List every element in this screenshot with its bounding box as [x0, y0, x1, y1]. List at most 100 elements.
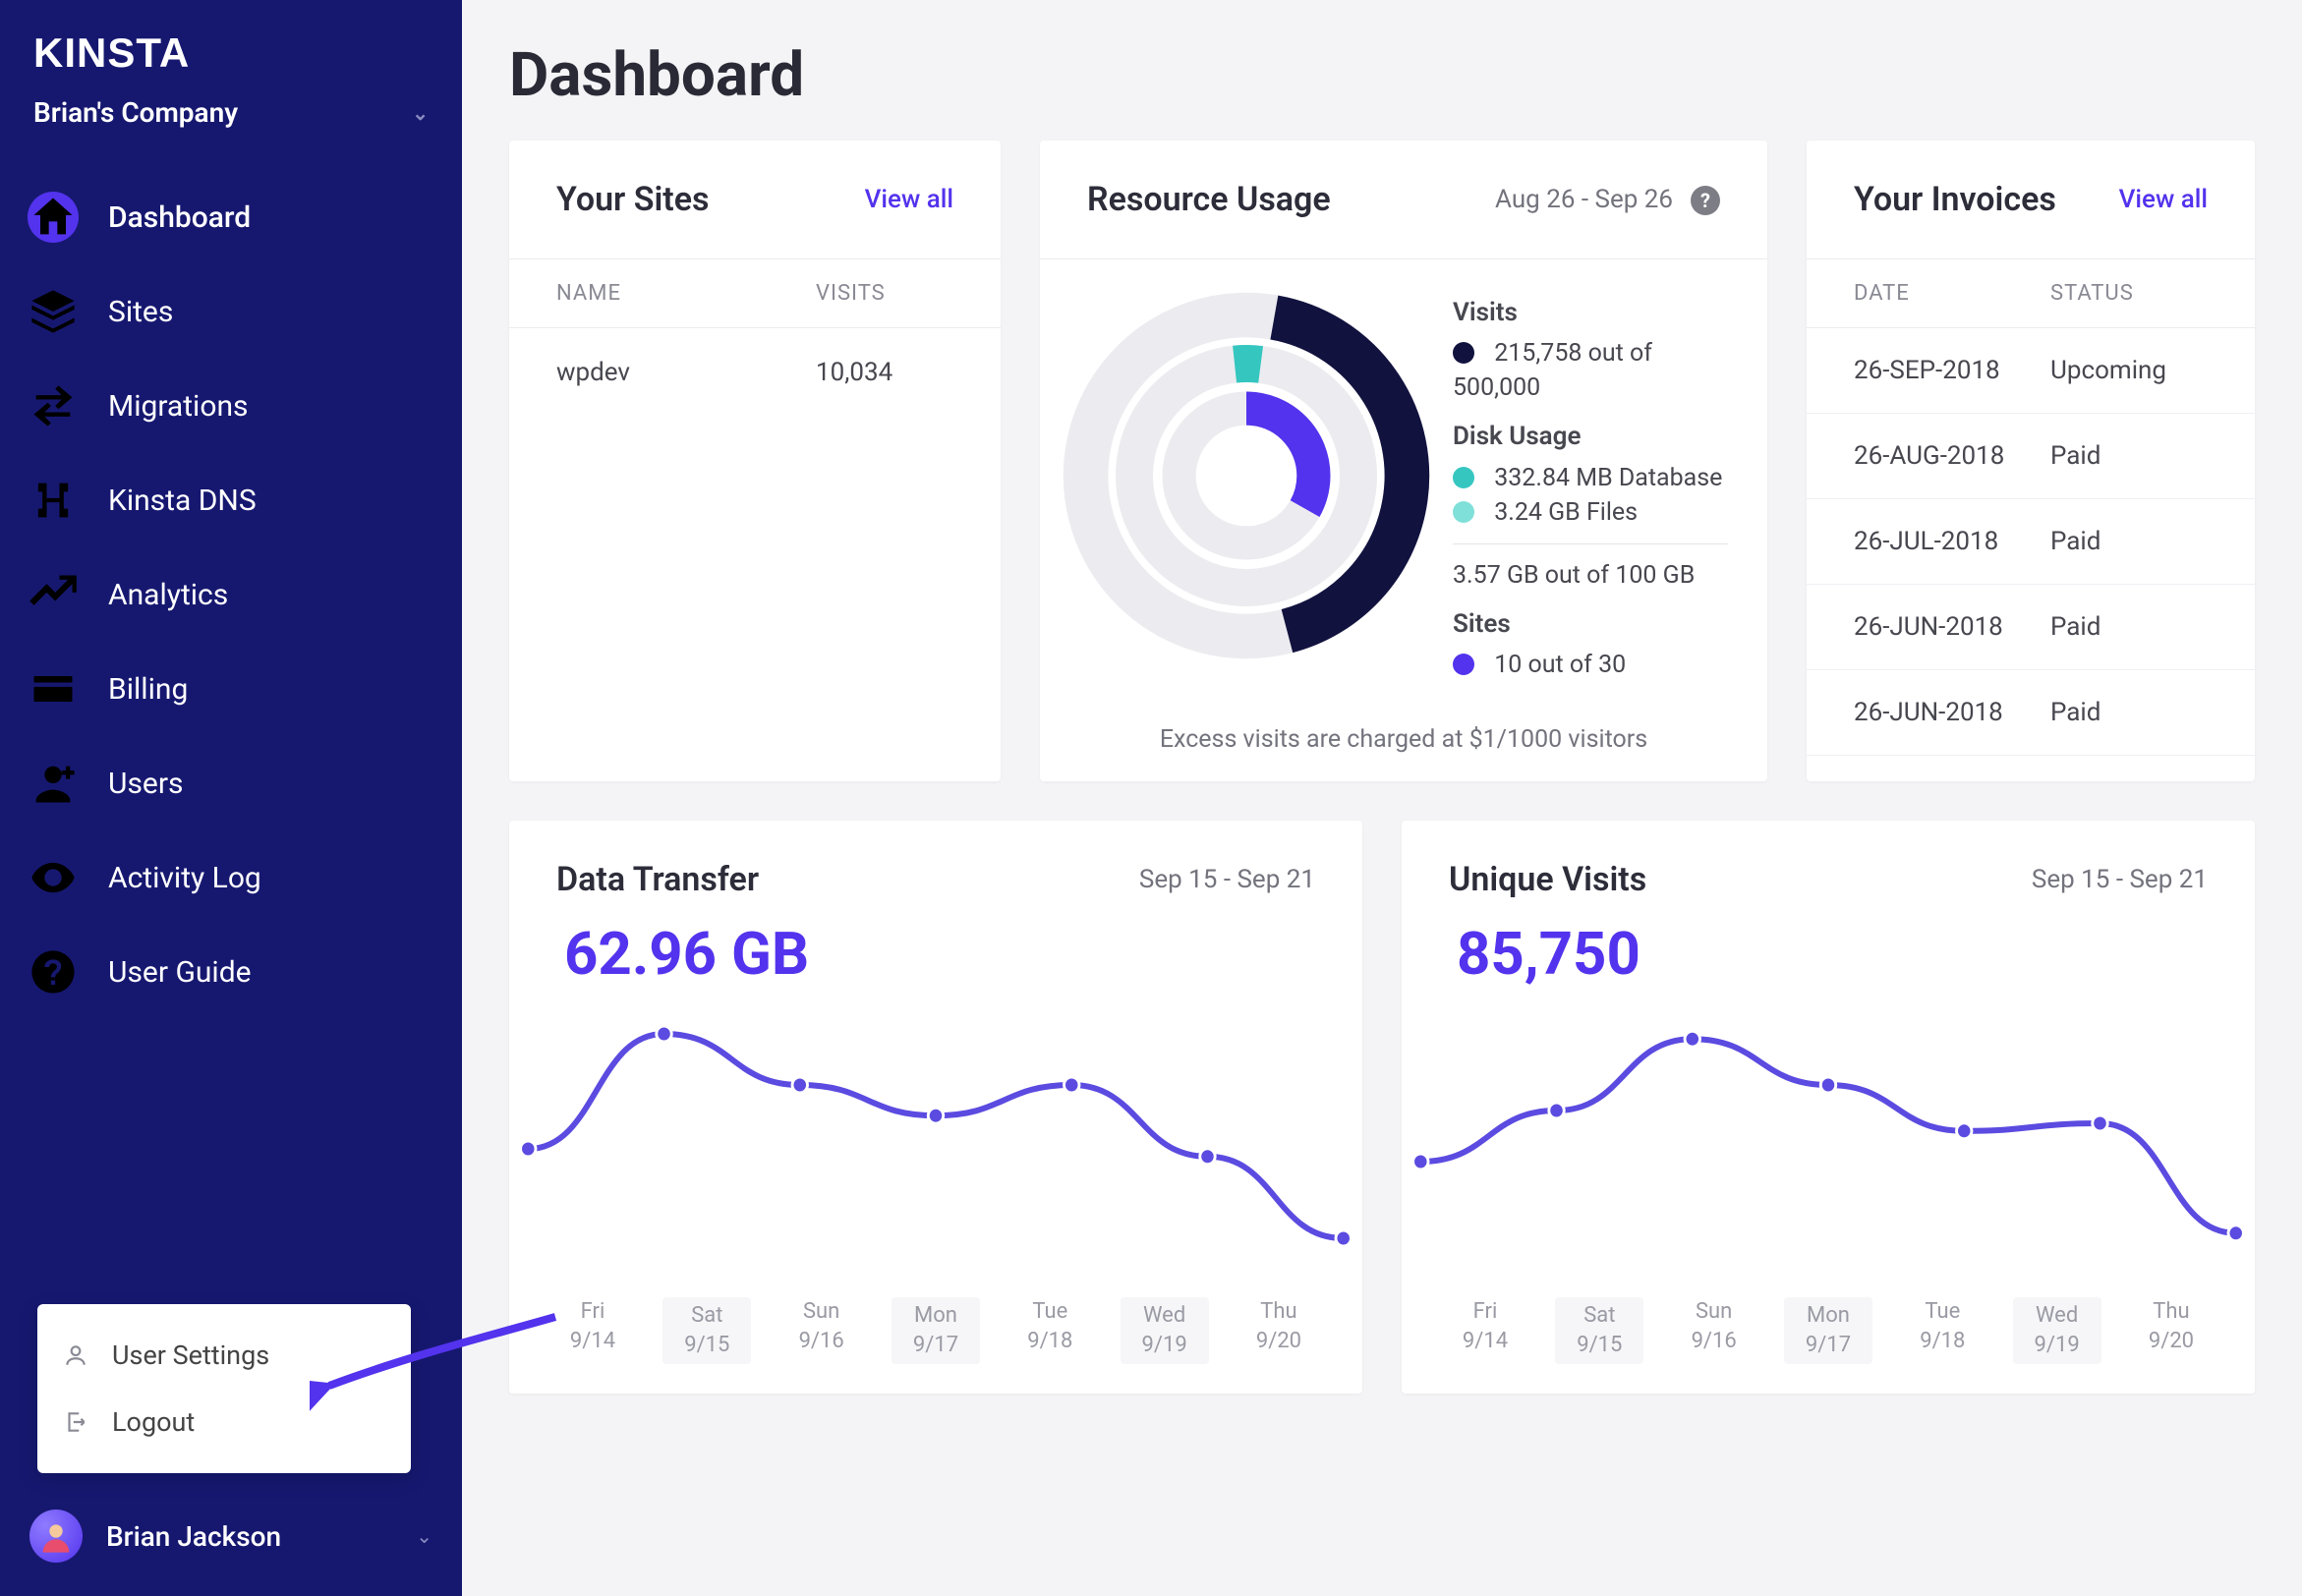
- sites-table-header: NAME VISITS: [509, 259, 1001, 328]
- axis-tick: Wed9/19: [2013, 1297, 2101, 1363]
- layers-icon: [28, 286, 79, 337]
- sidebar-item-label: User Guide: [108, 955, 252, 990]
- card-icon: [28, 663, 79, 714]
- unique-visits-chart: [1402, 989, 2255, 1283]
- view-all-invoices-link[interactable]: View all: [2119, 185, 2208, 214]
- invoice-status: Paid: [2050, 612, 2208, 642]
- visits-value: 215,758 out of 500,000: [1453, 339, 1652, 402]
- card-title: Your Sites: [556, 180, 710, 219]
- disk-db-value: 332.84 MB Database: [1494, 464, 1722, 492]
- axis-tick: Wed9/19: [1121, 1297, 1209, 1363]
- sidebar-item-label: Dashboard: [108, 200, 251, 235]
- sidebar-item-label: Activity Log: [108, 861, 261, 895]
- disk-label: Disk Usage: [1453, 419, 1728, 454]
- company-selector[interactable]: Brian's Company ⌄: [0, 86, 462, 160]
- company-name: Brian's Company: [33, 96, 238, 129]
- invoice-row[interactable]: 26-JUN-2018 Paid: [1807, 585, 2255, 670]
- axis-tick: Sun9/16: [777, 1297, 866, 1363]
- sidebar-item-sites[interactable]: Sites: [0, 264, 462, 359]
- view-all-sites-link[interactable]: View all: [865, 185, 953, 214]
- invoice-status: Paid: [2050, 441, 2208, 471]
- card-title: Resource Usage: [1087, 180, 1331, 219]
- network-icon: [28, 475, 79, 526]
- sites-value: 10 out of 30: [1494, 651, 1626, 679]
- help-icon[interactable]: ?: [1691, 186, 1720, 215]
- unique-visits-value: 85,750: [1402, 909, 2255, 989]
- sidebar-item-label: Billing: [108, 672, 188, 707]
- invoice-row[interactable]: 26-JUL-2018 Paid: [1807, 499, 2255, 585]
- visits-label: Visits: [1453, 295, 1728, 330]
- sidebar-item-dns[interactable]: Kinsta DNS: [0, 453, 462, 547]
- current-user-toggle[interactable]: Brian Jackson ⌄: [29, 1510, 432, 1563]
- col-status: STATUS: [2050, 281, 2208, 306]
- card-title: Unique Visits: [1449, 860, 1646, 899]
- sidebar-item-label: Analytics: [108, 578, 228, 612]
- invoice-status: Paid: [2050, 698, 2208, 727]
- chevron-down-icon: ⌄: [412, 101, 429, 125]
- sidebar-item-guide[interactable]: User Guide: [0, 925, 462, 1019]
- logout-item[interactable]: Logout: [37, 1389, 411, 1455]
- unique-visits-card: Unique Visits Sep 15 - Sep 21 85,750 Fri…: [1402, 821, 2255, 1393]
- dot-icon: [1453, 654, 1474, 675]
- invoice-date: 26-SEP-2018: [1854, 356, 2050, 385]
- avatar: [29, 1510, 83, 1563]
- data-transfer-card: Data Transfer Sep 15 - Sep 21 62.96 GB F…: [509, 821, 1362, 1393]
- invoice-row[interactable]: 26-AUG-2018 Paid: [1807, 414, 2255, 499]
- sidebar-item-activity[interactable]: Activity Log: [0, 830, 462, 925]
- sidebar-item-label: Sites: [108, 295, 173, 329]
- disk-total-value: 3.57 GB out of 100 GB: [1453, 558, 1728, 593]
- invoice-date: 26-JUL-2018: [1854, 527, 2050, 556]
- trending-icon: [28, 569, 79, 620]
- axis-tick: Tue9/18: [1006, 1297, 1094, 1363]
- dot-icon: [1453, 501, 1474, 523]
- chart-x-axis: Fri9/14 Sat9/15 Sun9/16 Mon9/17 Tue9/18 Wed9/…: [1402, 1283, 2255, 1393]
- user-menu-popover: User Settings Logout: [37, 1304, 411, 1473]
- axis-tick: Sun9/16: [1670, 1297, 1758, 1363]
- main-content: Dashboard Your Sites View all NAME VISIT…: [462, 0, 2302, 1596]
- user-settings-item[interactable]: User Settings: [37, 1322, 411, 1389]
- unique-date-range: Sep 15 - Sep 21: [2032, 865, 2208, 894]
- invoice-row[interactable]: 26-JUN-2018 Paid: [1807, 670, 2255, 756]
- invoice-row[interactable]: 26-SEP-2018 Upcoming: [1807, 328, 2255, 414]
- sites-label: Sites: [1453, 606, 1728, 642]
- swap-icon: [28, 380, 79, 431]
- sidebar-item-label: Kinsta DNS: [108, 484, 257, 518]
- dot-icon: [1453, 467, 1474, 488]
- card-title: Your Invoices: [1854, 180, 2056, 219]
- col-name: NAME: [556, 281, 816, 306]
- site-name: wpdev: [556, 358, 816, 387]
- sidebar-item-dashboard[interactable]: Dashboard: [0, 170, 462, 264]
- help-icon: [28, 946, 79, 998]
- disk-files-value: 3.24 GB Files: [1494, 498, 1638, 527]
- axis-tick: Fri9/14: [1441, 1297, 1529, 1363]
- transfer-date-range: Sep 15 - Sep 21: [1139, 865, 1315, 894]
- invoices-table-header: DATE STATUS: [1807, 259, 2255, 328]
- sites-card: Your Sites View all NAME VISITS wpdev 10…: [509, 141, 1001, 781]
- sidebar-item-users[interactable]: Users: [0, 736, 462, 830]
- axis-tick: Mon9/17: [1784, 1297, 1872, 1363]
- sites-table-row[interactable]: wpdev 10,034: [509, 328, 1001, 417]
- invoice-date: 26-JUN-2018: [1854, 612, 2050, 642]
- axis-tick: Tue9/18: [1898, 1297, 1986, 1363]
- col-visits: VISITS: [816, 281, 953, 306]
- home-icon: [28, 192, 79, 243]
- brand-logo[interactable]: KINSTA: [0, 29, 462, 86]
- chart-x-axis: Fri9/14Sat9/15Sun9/16Mon9/17Tue9/18Wed9/…: [509, 1283, 1362, 1393]
- sidebar-item-label: Migrations: [108, 389, 249, 424]
- chevron-down-icon: ⌄: [416, 1524, 432, 1548]
- sidebar-item-analytics[interactable]: Analytics: [0, 547, 462, 642]
- resource-footnote: Excess visits are charged at $1/1000 vis…: [1040, 715, 1767, 781]
- invoice-date: 26-JUN-2018: [1854, 698, 2050, 727]
- eye-icon: [28, 852, 79, 903]
- sidebar-item-migrations[interactable]: Migrations: [0, 359, 462, 453]
- user-add-icon: [28, 758, 79, 809]
- user-settings-label: User Settings: [112, 1340, 269, 1371]
- axis-tick: Mon9/17: [892, 1297, 980, 1363]
- axis-tick: Sat9/15: [1555, 1297, 1643, 1363]
- axis-tick: Thu9/20: [2127, 1297, 2216, 1363]
- resource-donut-chart: [1060, 289, 1433, 662]
- col-date: DATE: [1854, 281, 2050, 306]
- sidebar-item-billing[interactable]: Billing: [0, 642, 462, 736]
- logout-icon: [63, 1409, 88, 1435]
- invoice-status: Upcoming: [2050, 356, 2208, 385]
